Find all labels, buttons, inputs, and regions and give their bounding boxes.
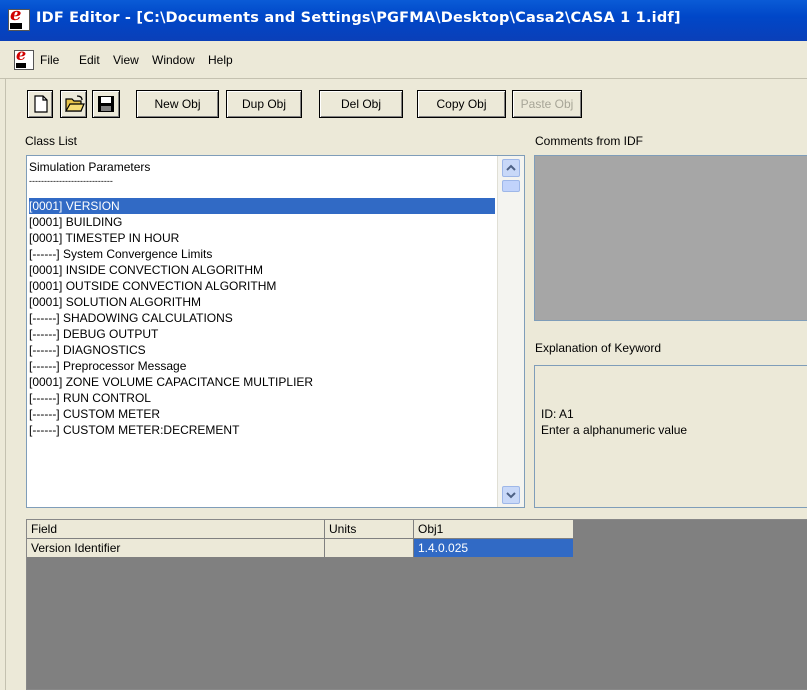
copy-obj-button[interactable]: Copy Obj (417, 90, 506, 118)
title-bar: e IDF Editor - [C:\Documents and Setting… (0, 0, 807, 41)
class-list-item-selected[interactable]: [0001] VERSION (29, 198, 495, 214)
class-list-item[interactable]: Simulation Parameters (29, 159, 150, 175)
explanation-line: ID: A1 (541, 407, 574, 421)
new-obj-button[interactable]: New Obj (136, 90, 219, 118)
class-list-label: Class List (25, 134, 78, 148)
menu-view[interactable]: View (113, 53, 139, 67)
dup-obj-button[interactable]: Dup Obj (226, 90, 302, 118)
class-list-item[interactable]: [0001] ZONE VOLUME CAPACITANCE MULTIPLIE… (29, 374, 313, 390)
class-list-item[interactable]: [0001] BUILDING (29, 214, 122, 230)
class-list-item[interactable]: [------] RUN CONTROL (29, 390, 151, 406)
class-list-item[interactable]: [0001] SOLUTION ALGORITHM (29, 294, 201, 310)
class-list-item[interactable]: [------] System Convergence Limits (29, 246, 212, 262)
class-list-item[interactable]: [0001] OUTSIDE CONVECTION ALGORITHM (29, 278, 276, 294)
open-folder-icon (65, 95, 85, 112)
menu-edit[interactable]: Edit (79, 53, 100, 67)
menu-window[interactable]: Window (152, 53, 195, 67)
grid-cell-units[interactable] (325, 539, 414, 558)
open-file-button[interactable] (60, 90, 87, 118)
menu-help[interactable]: Help (208, 53, 233, 67)
scroll-up-button[interactable] (502, 159, 520, 177)
menu-file[interactable]: File (40, 53, 59, 67)
class-list-item[interactable]: [------] DEBUG OUTPUT (29, 326, 158, 342)
left-frame-edge (0, 79, 6, 690)
grid-header-field[interactable]: Field (27, 520, 325, 539)
menu-bar: e File Edit View Window Help (0, 41, 807, 79)
chevron-down-icon (506, 492, 516, 499)
class-list-item[interactable]: ---------------------------- (29, 175, 113, 191)
class-list[interactable]: Simulation Parameters ------------------… (26, 155, 525, 508)
object-grid[interactable]: Field Units Obj1 Version Identifier 1.4.… (26, 519, 807, 690)
class-list-item[interactable]: [0001] INSIDE CONVECTION ALGORITHM (29, 262, 263, 278)
explanation-label: Explanation of Keyword (535, 341, 662, 355)
class-list-item[interactable]: [------] Preprocessor Message (29, 358, 186, 374)
comments-panel[interactable] (534, 155, 807, 321)
save-button[interactable] (92, 90, 120, 118)
class-list-item[interactable]: [------] CUSTOM METER:DECREMENT (29, 422, 239, 438)
explanation-line: Enter a alphanumeric value (541, 423, 688, 437)
chevron-up-icon (506, 164, 516, 171)
class-list-scrollbar[interactable] (497, 156, 524, 507)
grid-header-obj1[interactable]: Obj1 (414, 520, 574, 539)
scroll-thumb[interactable] (502, 180, 520, 192)
class-list-item[interactable]: [------] DIAGNOSTICS (29, 342, 146, 358)
grid-header-units[interactable]: Units (325, 520, 414, 539)
class-list-item[interactable]: [0001] TIMESTEP IN HOUR (29, 230, 179, 246)
grid-cell-obj1-selected[interactable]: 1.4.0.025 (414, 539, 574, 558)
class-list-item[interactable]: [------] CUSTOM METER (29, 406, 160, 422)
new-file-button[interactable] (27, 90, 53, 118)
new-file-icon (34, 95, 48, 113)
class-list-item[interactable]: [------] SHADOWING CALCULATIONS (29, 310, 233, 326)
save-disk-icon (98, 96, 114, 112)
scroll-down-button[interactable] (502, 486, 520, 504)
window-title: IDF Editor - [C:\Documents and Settings\… (36, 10, 681, 26)
explanation-panel: ID: A1 Enter a alphanumeric value (534, 365, 807, 508)
grid-cell-field[interactable]: Version Identifier (27, 539, 325, 558)
paste-obj-button[interactable]: Paste Obj (512, 90, 582, 118)
app-icon[interactable]: e (8, 6, 30, 31)
del-obj-button[interactable]: Del Obj (319, 90, 403, 118)
document-icon[interactable]: e (14, 47, 34, 70)
comments-label: Comments from IDF (535, 134, 644, 148)
